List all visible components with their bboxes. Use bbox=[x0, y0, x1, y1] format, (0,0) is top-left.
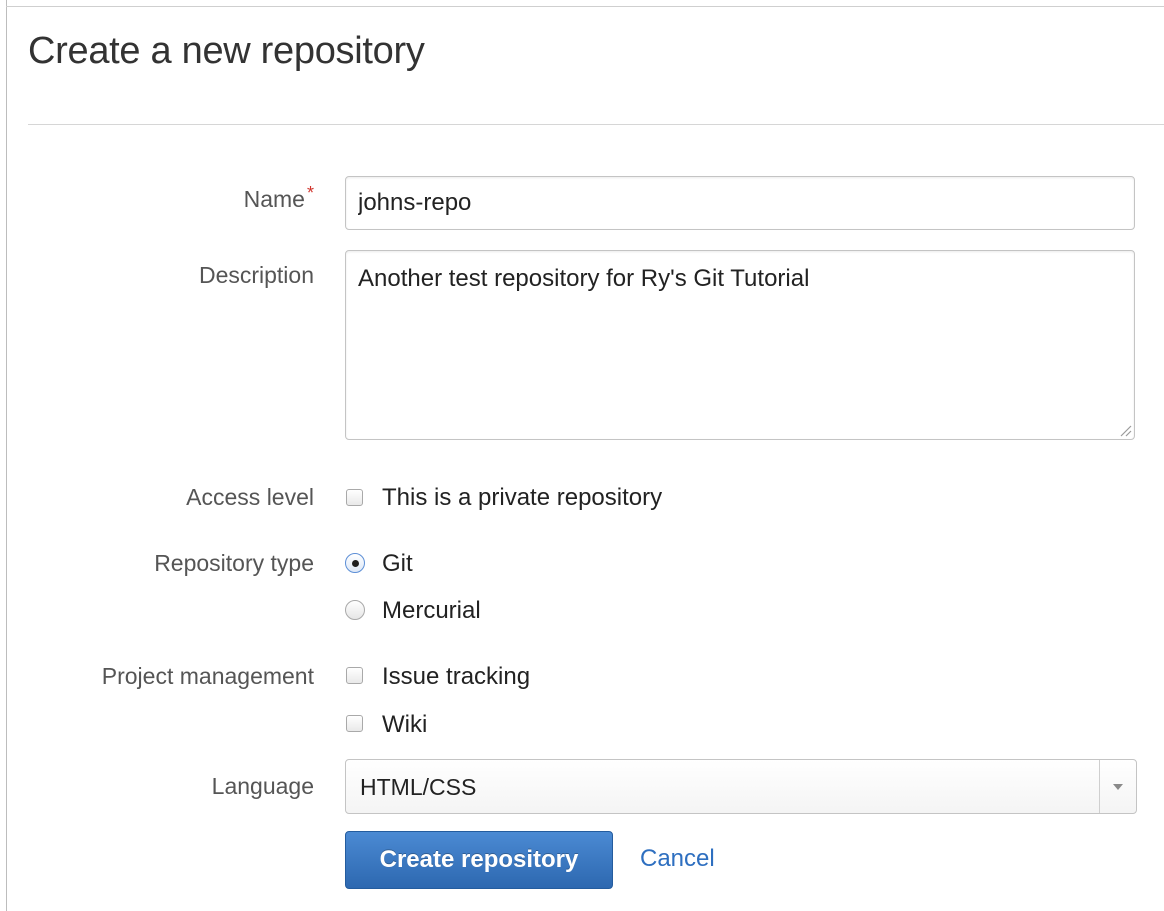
issue-tracking-checkbox[interactable] bbox=[346, 667, 363, 684]
issue-tracking-label[interactable]: Issue tracking bbox=[382, 663, 530, 691]
cancel-link[interactable]: Cancel bbox=[640, 845, 715, 873]
language-selected-value: HTML/CSS bbox=[360, 774, 477, 800]
repository-type-label: Repository type bbox=[154, 550, 314, 576]
window-frame-top bbox=[6, 6, 1164, 7]
radio-selected-dot bbox=[352, 560, 359, 567]
chevron-down-icon bbox=[1113, 784, 1123, 790]
wiki-label[interactable]: Wiki bbox=[382, 711, 427, 739]
name-label: Name * bbox=[243, 183, 314, 213]
private-repository-label[interactable]: This is a private repository bbox=[382, 484, 662, 512]
git-radio[interactable] bbox=[345, 553, 365, 573]
title-divider bbox=[28, 124, 1164, 125]
description-textarea[interactable]: Another test repository for Ry's Git Tut… bbox=[345, 250, 1135, 440]
create-repository-button[interactable]: Create repository bbox=[345, 831, 613, 889]
window-frame-left bbox=[6, 0, 7, 911]
name-label-text: Name bbox=[243, 186, 305, 212]
git-radio-label[interactable]: Git bbox=[382, 550, 413, 578]
mercurial-radio[interactable] bbox=[345, 600, 365, 620]
required-marker: * bbox=[306, 183, 314, 203]
language-label: Language bbox=[211, 773, 314, 799]
description-label: Description bbox=[198, 262, 314, 288]
private-repository-checkbox[interactable] bbox=[346, 489, 363, 506]
access-level-label: Access level bbox=[186, 484, 314, 510]
page-title: Create a new repository bbox=[28, 30, 425, 72]
wiki-checkbox[interactable] bbox=[346, 715, 363, 732]
resize-grip-icon[interactable] bbox=[1118, 423, 1132, 437]
name-input[interactable] bbox=[345, 176, 1135, 230]
project-management-label: Project management bbox=[101, 663, 314, 689]
select-arrow-button[interactable] bbox=[1099, 760, 1136, 813]
language-select[interactable]: HTML/CSS bbox=[345, 759, 1137, 814]
mercurial-radio-label[interactable]: Mercurial bbox=[382, 597, 481, 625]
